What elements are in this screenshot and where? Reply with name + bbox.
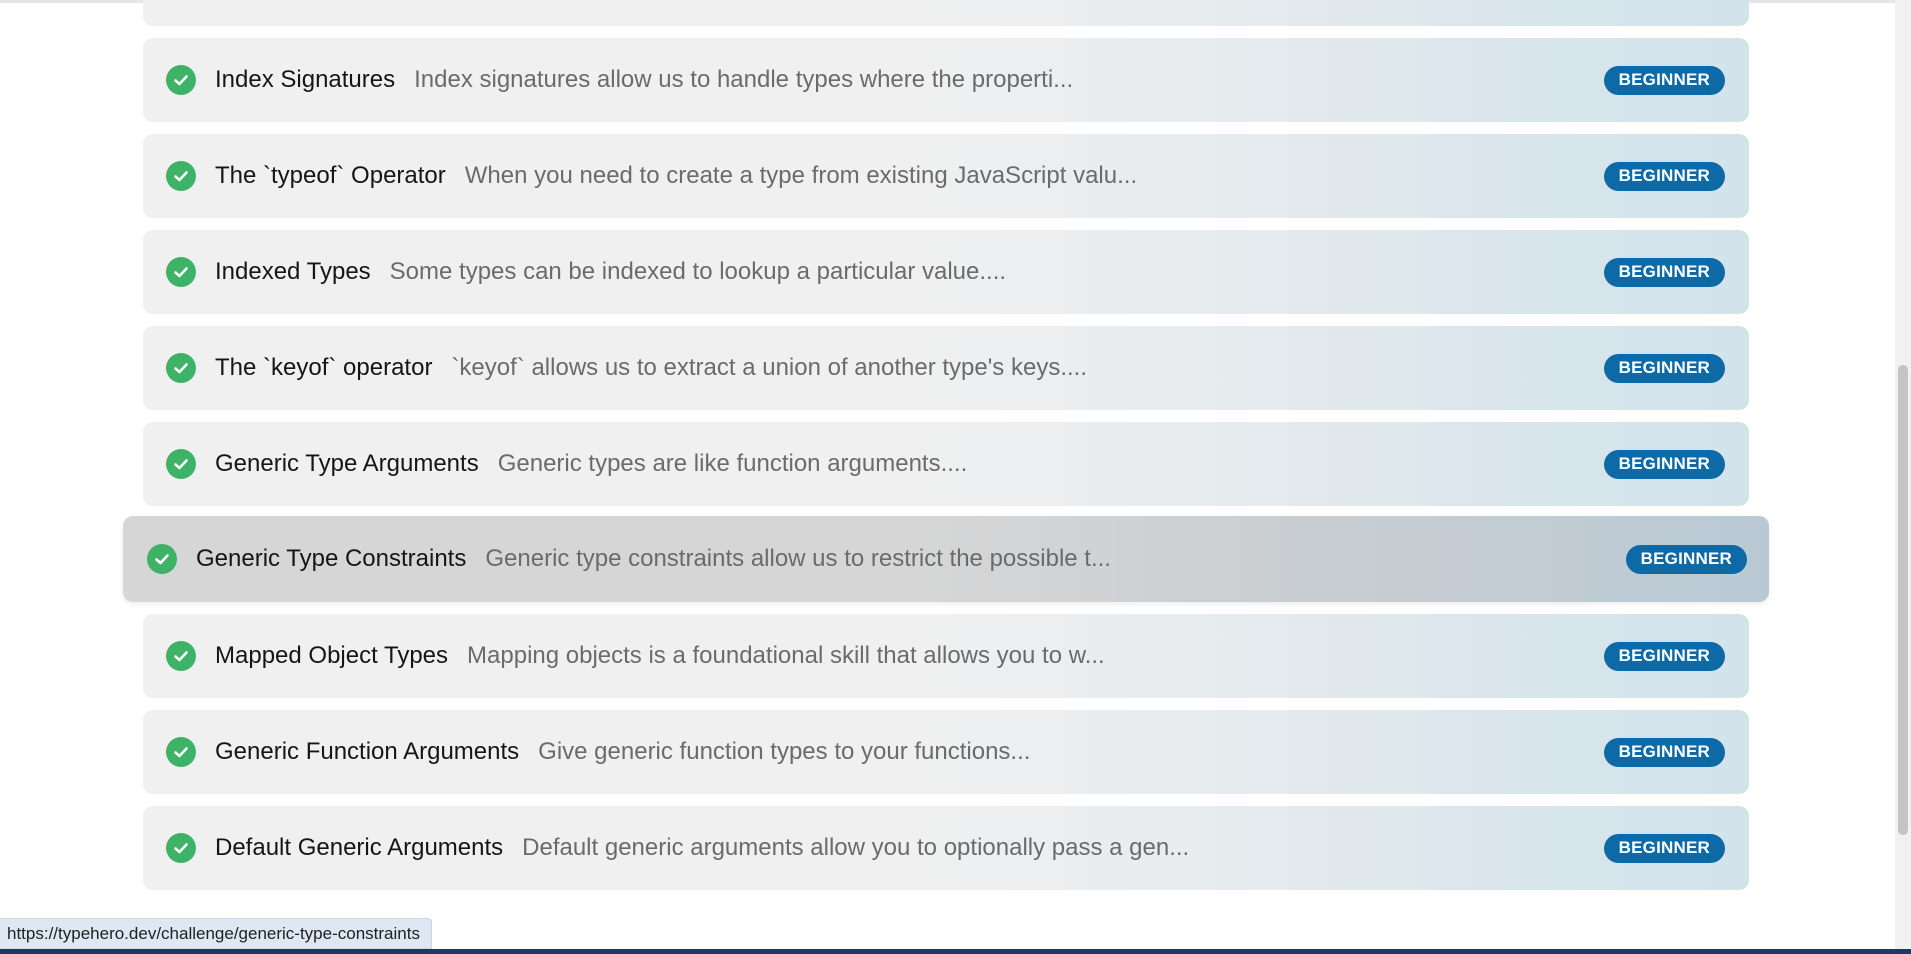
check-circle-icon <box>166 641 196 671</box>
difficulty-badge: BEGINNER <box>1603 353 1725 383</box>
challenge-card[interactable]: Index Signatures Index signatures allow … <box>143 38 1749 122</box>
difficulty-badge: BEGINNER <box>1603 641 1725 671</box>
check-circle-icon <box>166 737 196 767</box>
challenge-description: Generic type constraints allow us to res… <box>485 545 1111 572</box>
challenge-card[interactable]: Indexed Types Some types can be indexed … <box>143 230 1749 314</box>
challenge-card[interactable]: Default Generic Arguments Default generi… <box>143 806 1749 890</box>
challenge-description: `keyof` allows us to extract a union of … <box>451 354 1087 381</box>
challenge-description: Index signatures allow us to handle type… <box>414 66 1074 93</box>
difficulty-badge: BEGINNER <box>1603 449 1725 479</box>
challenge-card[interactable]: Generic Type Arguments Generic types are… <box>143 422 1749 506</box>
check-circle-icon <box>147 544 177 574</box>
status-bar-url: https://typehero.dev/challenge/generic-t… <box>0 918 432 949</box>
challenge-title: Indexed Types <box>215 258 371 285</box>
taskbar-edge <box>0 949 1911 954</box>
challenge-title: Generic Function Arguments <box>215 738 520 765</box>
challenge-title: Generic Type Arguments <box>215 450 479 477</box>
challenge-list: Index Signatures Index signatures allow … <box>0 0 1895 954</box>
challenge-title: Mapped Object Types <box>215 642 449 669</box>
check-circle-icon <box>166 257 196 287</box>
challenge-card[interactable]: The `typeof` Operator When you need to c… <box>143 134 1749 218</box>
difficulty-badge: BEGINNER <box>1603 65 1725 95</box>
check-circle-icon <box>166 65 196 95</box>
difficulty-badge: BEGINNER <box>1603 161 1725 191</box>
check-circle-icon <box>166 833 196 863</box>
vertical-scrollbar[interactable] <box>1895 0 1911 954</box>
challenge-description: When you need to create a type from exis… <box>464 162 1138 189</box>
challenge-card[interactable]: The `keyof` operator `keyof` allows us t… <box>143 326 1749 410</box>
difficulty-badge: BEGINNER <box>1625 544 1747 574</box>
challenge-card-partial[interactable] <box>143 0 1749 26</box>
challenge-title: The `keyof` operator <box>215 354 433 381</box>
challenge-title: Generic Type Constraints <box>196 545 467 572</box>
challenge-card-hovered[interactable]: Generic Type Constraints Generic type co… <box>123 516 1769 602</box>
check-circle-icon <box>166 449 196 479</box>
challenge-title: Default Generic Arguments <box>215 834 504 861</box>
challenge-description: Give generic function types to your func… <box>538 738 1031 765</box>
challenge-description: Default generic arguments allow you to o… <box>522 834 1190 861</box>
challenge-title: The `typeof` Operator <box>215 162 446 189</box>
challenge-card[interactable]: Generic Function Arguments Give generic … <box>143 710 1749 794</box>
difficulty-badge: BEGINNER <box>1603 833 1725 863</box>
challenge-title: Index Signatures <box>215 66 396 93</box>
difficulty-badge: BEGINNER <box>1603 257 1725 287</box>
challenge-description: Some types can be indexed to lookup a pa… <box>389 258 1007 285</box>
check-circle-icon <box>166 161 196 191</box>
scrollbar-thumb[interactable] <box>1898 365 1908 835</box>
page-viewport: Index Signatures Index signatures allow … <box>0 0 1911 954</box>
check-circle-icon <box>166 353 196 383</box>
challenge-description: Mapping objects is a foundational skill … <box>467 642 1105 669</box>
difficulty-badge: BEGINNER <box>1603 737 1725 767</box>
challenge-description: Generic types are like function argument… <box>497 450 968 477</box>
challenge-card[interactable]: Mapped Object Types Mapping objects is a… <box>143 614 1749 698</box>
